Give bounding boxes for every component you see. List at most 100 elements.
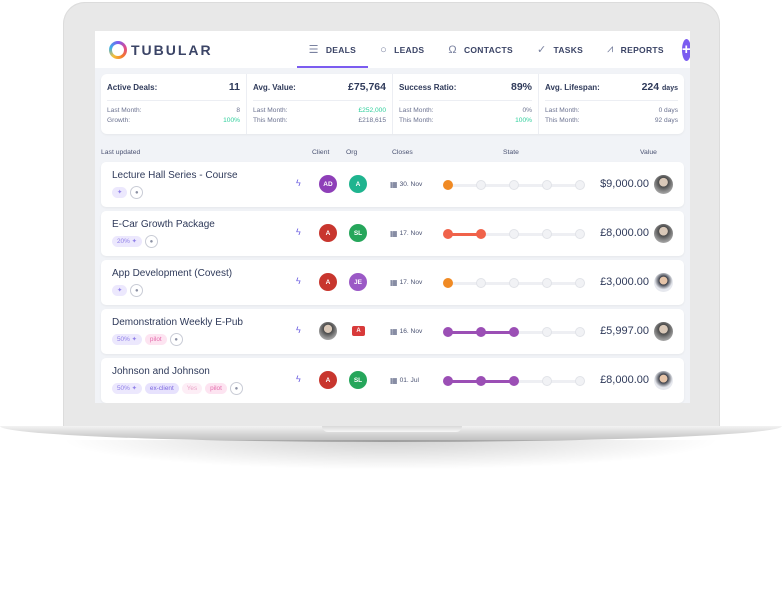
deal-row[interactable]: Lecture Hall Series - Course ✦ ● ϟ AD A ▦…	[101, 162, 684, 207]
state-step[interactable]	[575, 180, 585, 190]
state-step[interactable]	[476, 327, 486, 337]
state-step[interactable]	[509, 180, 519, 190]
deal-row[interactable]: Demonstration Weekly E-Pub 50% ✦ pilot ● ϟ…	[101, 309, 684, 354]
stat-value: 224 days	[642, 81, 678, 93]
deal-title[interactable]: E-Car Growth Package	[112, 219, 215, 230]
stat-row-label: Growth:	[107, 117, 131, 124]
deal-value: £8,000.00	[600, 227, 649, 239]
deal-tag[interactable]: 50% ✦	[112, 334, 142, 345]
header-state[interactable]: State	[503, 149, 519, 156]
header-closes[interactable]: Closes	[392, 149, 413, 156]
state-step[interactable]	[542, 229, 552, 239]
deal-row[interactable]: E-Car Growth Package 20% ✦ ● ϟ A SL ▦ 17. …	[101, 211, 684, 256]
deal-title[interactable]: Johnson and Johnson	[112, 366, 210, 377]
sliders-icon: ☰	[308, 44, 319, 56]
state-step[interactable]	[443, 327, 453, 337]
state-step[interactable]	[443, 229, 453, 239]
bolt-icon[interactable]: ϟ	[296, 178, 301, 188]
state-step[interactable]	[542, 180, 552, 190]
deal-row[interactable]: App Development (Covest) ✦ ● ϟ A JE ▦ 17. …	[101, 260, 684, 305]
tag-icon[interactable]: ●	[144, 235, 158, 248]
stat-row: Last Month: 0%	[399, 106, 532, 116]
laptop-notch	[322, 426, 462, 432]
deal-tag[interactable]: ✦	[112, 187, 128, 198]
header-value[interactable]: Value	[640, 149, 657, 156]
client-avatar[interactable]: AD	[319, 175, 337, 193]
stat-row: This Month: £218,615	[253, 116, 386, 126]
deal-tag[interactable]: ex-client	[144, 383, 179, 394]
client-avatar[interactable]: A	[319, 371, 337, 389]
state-step[interactable]	[476, 376, 486, 386]
org-avatar[interactable]: SL	[349, 224, 367, 242]
calendar-icon: ▦	[390, 180, 398, 189]
state-step[interactable]	[443, 180, 453, 190]
state-step[interactable]	[476, 278, 486, 288]
nav-item-contacts[interactable]: Ω CONTACTS	[436, 31, 525, 68]
header-last-updated[interactable]: Last updated	[101, 149, 140, 156]
nav-item-deals[interactable]: ☰ DEALS	[296, 31, 369, 68]
state-step[interactable]	[542, 376, 552, 386]
tag-icon[interactable]: ●	[130, 186, 144, 199]
state-step[interactable]	[509, 376, 519, 386]
stat-row-label: This Month:	[399, 117, 434, 124]
state-step[interactable]	[575, 278, 585, 288]
org-avatar[interactable]: JE	[349, 273, 367, 291]
deal-tag[interactable]: Yes	[181, 383, 203, 394]
stat-card: Avg. Value: £75,764 Last Month: £252,000…	[247, 74, 393, 134]
header-org[interactable]: Org	[346, 149, 357, 156]
deal-tag[interactable]: pilot	[205, 383, 227, 394]
state-step[interactable]	[509, 278, 519, 288]
state-step[interactable]	[509, 229, 519, 239]
state-step[interactable]	[476, 229, 486, 239]
client-avatar[interactable]	[319, 322, 337, 340]
tag-icon[interactable]: ●	[229, 382, 243, 395]
state-step[interactable]	[575, 327, 585, 337]
owner-avatar[interactable]	[654, 371, 673, 390]
deal-tag[interactable]: ✦	[112, 285, 128, 296]
deal-tag[interactable]: pilot	[144, 334, 167, 345]
org-avatar[interactable]: SL	[349, 371, 367, 389]
header-client[interactable]: Client	[312, 149, 329, 156]
deals-list: Lecture Hall Series - Course ✦ ● ϟ AD A ▦…	[95, 162, 690, 403]
logo[interactable]: TUBULAR	[109, 40, 213, 59]
stat-row-label: Last Month:	[107, 107, 142, 114]
bolt-icon[interactable]: ϟ	[296, 276, 301, 286]
tag-icon[interactable]: ●	[130, 284, 144, 297]
bolt-icon[interactable]: ϟ	[296, 374, 301, 384]
close-date: ▦ 17. Nov	[390, 229, 422, 238]
org-avatar[interactable]: A	[349, 175, 367, 193]
owner-avatar[interactable]	[654, 175, 673, 194]
client-avatar[interactable]: A	[319, 273, 337, 291]
deal-tag[interactable]: 20% ✦	[112, 236, 142, 247]
deal-tag[interactable]: 50% ✦	[112, 383, 142, 394]
state-step[interactable]	[575, 229, 585, 239]
nav-item-leads[interactable]: ○ LEADS	[368, 31, 436, 68]
state-step[interactable]	[542, 327, 552, 337]
org-logo[interactable]: A	[352, 326, 365, 336]
state-step[interactable]	[443, 278, 453, 288]
state-step[interactable]	[476, 180, 486, 190]
deal-title[interactable]: Lecture Hall Series - Course	[112, 170, 238, 181]
deal-state	[443, 229, 585, 239]
state-step[interactable]	[443, 376, 453, 386]
state-step[interactable]	[509, 327, 519, 337]
owner-avatar[interactable]	[654, 273, 673, 292]
logo-ring-icon	[109, 40, 127, 59]
state-step[interactable]	[575, 376, 585, 386]
nav-item-tasks[interactable]: ✓ TASKS	[525, 31, 595, 68]
stat-row: This Month: 92 days	[545, 116, 678, 126]
bolt-icon[interactable]: ϟ	[296, 325, 301, 335]
close-date: ▦ 01. Jul	[390, 376, 419, 385]
bolt-icon[interactable]: ϟ	[296, 227, 301, 237]
deal-title[interactable]: Demonstration Weekly E-Pub	[112, 317, 243, 328]
add-button[interactable]: +	[681, 38, 690, 61]
deal-row[interactable]: Johnson and Johnson 50% ✦ ex-client Yes pil…	[101, 358, 684, 403]
client-avatar[interactable]: A	[319, 224, 337, 242]
deal-title[interactable]: App Development (Covest)	[112, 268, 232, 279]
state-step[interactable]	[542, 278, 552, 288]
owner-avatar[interactable]	[654, 224, 673, 243]
stat-value: 89%	[511, 81, 532, 93]
owner-avatar[interactable]	[654, 322, 673, 341]
tag-icon[interactable]: ●	[169, 333, 183, 346]
nav-item-reports[interactable]: ⩘ REPORTS	[595, 31, 676, 68]
